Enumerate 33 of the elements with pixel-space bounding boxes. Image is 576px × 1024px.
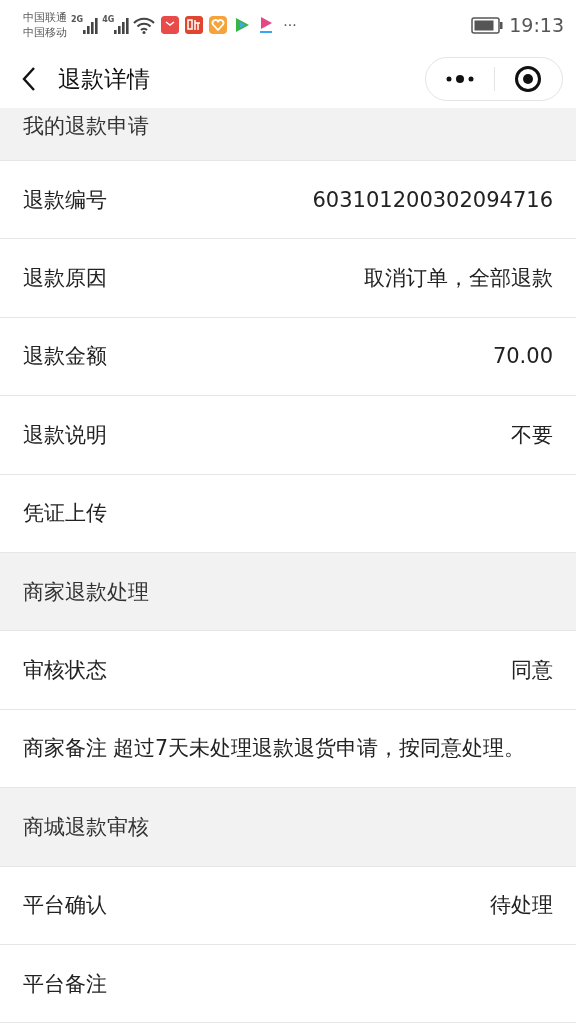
field-label: 凭证上传 (23, 500, 107, 528)
more-icon (445, 75, 474, 83)
field-label: 退款说明 (23, 421, 107, 449)
wifi-icon (133, 16, 156, 34)
field-value: 不要 (511, 421, 553, 449)
field-label: 平台备注 (23, 970, 107, 998)
more-indicator: ··· (283, 17, 297, 33)
target-icon (514, 65, 543, 93)
page-title: 退款详情 (58, 64, 151, 94)
section-title: 商城退款审核 (23, 813, 149, 841)
field-label: 退款原因 (23, 265, 107, 293)
carrier-name: 中国移动 (23, 25, 67, 40)
heart-icon (209, 16, 228, 34)
section-title: 商家退款处理 (23, 578, 149, 606)
field-value: 取消订单，全部退款 (364, 265, 553, 293)
network-label: 2G (71, 14, 84, 24)
field-value: 超过7天未处理退款退货申请，按同意处理。 (113, 735, 526, 763)
field-label: 商家备注 (23, 735, 107, 763)
field-value: 同意 (511, 657, 553, 685)
field-value: 待处理 (490, 892, 553, 920)
field-label: 退款编号 (23, 186, 107, 214)
clock-time: 19:13 (509, 14, 564, 36)
battery-icon (471, 16, 504, 34)
field-label: 审核状态 (23, 657, 107, 685)
field-value: 70.00 (492, 344, 553, 369)
carrier-name: 中国联通 (23, 10, 67, 25)
signal-icon (114, 16, 131, 34)
signal-icon (83, 16, 100, 34)
field-label: 平台确认 (23, 892, 107, 920)
field-value: 603101200302094716 (312, 187, 553, 212)
field-label: 退款金额 (23, 343, 107, 371)
section-title: 我的退款申请 (23, 113, 149, 140)
network-label: 4G (102, 14, 115, 24)
